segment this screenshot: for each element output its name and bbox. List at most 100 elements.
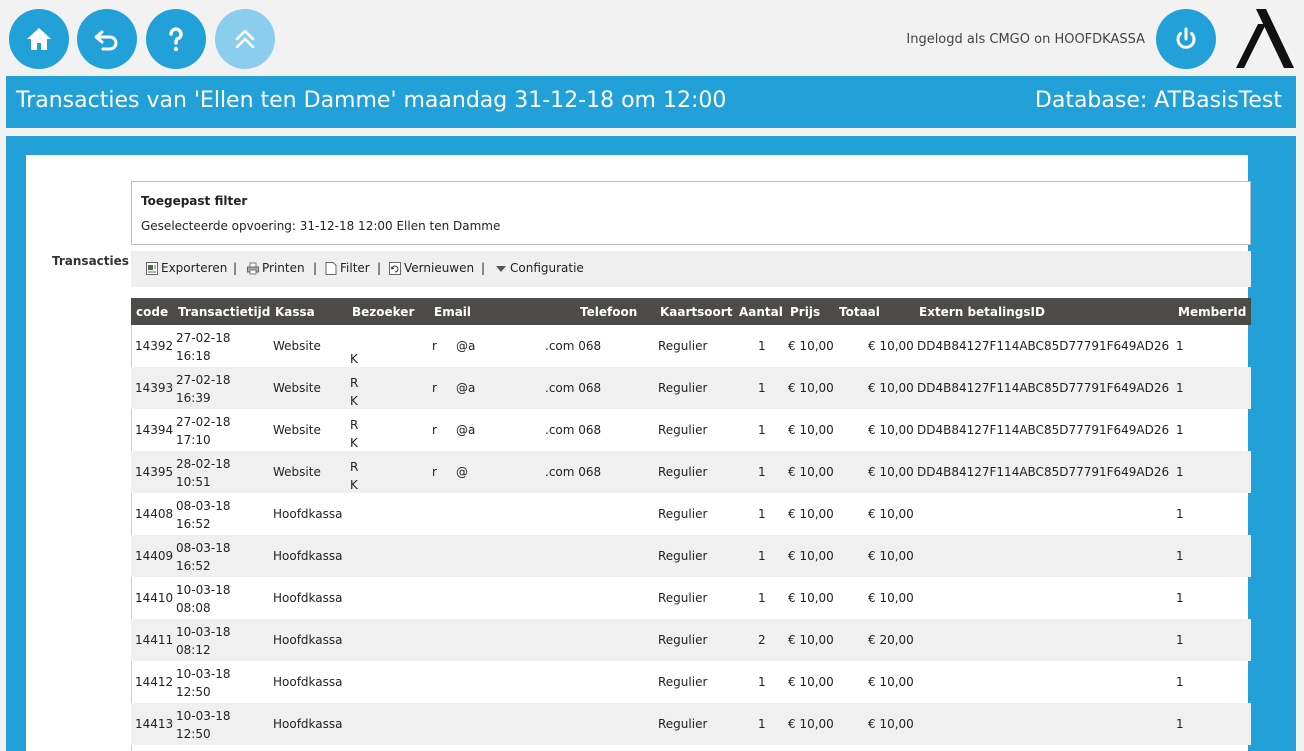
transaction-clock: 16:39: [176, 391, 211, 405]
cell-total: € 10,00: [868, 381, 914, 395]
table-row[interactable]: 14393 27-02-18 16:39 Website R Kr @a .com 068 Re…: [131, 367, 1251, 409]
cell-quantity: 1: [758, 465, 766, 479]
cell-transaction-time: 27-02-18 16:39: [176, 371, 230, 407]
top-bar: Ingelogd als CMGO on HOOFDKASSA: [0, 0, 1304, 76]
home-icon: [27, 28, 51, 50]
cell-total: € 10,00: [868, 549, 914, 563]
cell-member-id: 1: [1176, 507, 1184, 521]
cell-kassa: Hoofdkassa: [273, 633, 343, 647]
cell-email-domain: @a: [456, 381, 476, 395]
caret-down-icon: [496, 265, 506, 272]
table-row[interactable]: 14410 10-03-18 08:08 Hoofdkassa Regulier 1 € 1…: [131, 577, 1251, 619]
cell-email-domain: @a: [456, 339, 476, 353]
export-icon: [146, 261, 158, 275]
cell-code: 14395: [135, 465, 174, 479]
cell-quantity: 1: [758, 717, 766, 731]
transaction-date: 08-03-18: [176, 499, 231, 513]
cell-member-id: 1: [1176, 423, 1184, 437]
cell-kassa: Website: [273, 339, 321, 353]
table-row[interactable]: 14412 10-03-18 12:50 Hoofdkassa Regulier 1 € 1…: [131, 661, 1251, 703]
visitor-line: K: [350, 352, 358, 366]
cell-ticket-type: Regulier: [658, 591, 708, 605]
export-button[interactable]: Exporteren: [146, 261, 227, 275]
database-label: Database: ATBasisTest: [1034, 88, 1282, 113]
transaction-clock: 10:51: [176, 475, 211, 489]
cell-price: € 10,00: [788, 549, 834, 563]
cell-email: r: [432, 381, 437, 395]
visitor-line: R: [350, 460, 359, 474]
power-icon: [1176, 27, 1196, 49]
transaction-date: 10-03-18: [176, 625, 231, 639]
page-title: Transacties van 'Ellen ten Damme' maanda…: [16, 88, 727, 113]
column-header[interactable]: Transactietijd: [178, 305, 270, 319]
column-header[interactable]: Extern betalingsID: [919, 305, 1045, 319]
cell-ticket-type: Regulier: [658, 423, 708, 437]
toolbar-separator: |: [481, 261, 486, 275]
cell-total: € 10,00: [868, 675, 914, 689]
cell-transaction-time: 10-03-18 12:50: [176, 665, 230, 701]
cell-visitor: RK: [350, 416, 358, 452]
print-button[interactable]: Printen: [247, 261, 305, 275]
home-button[interactable]: [9, 9, 69, 69]
cell-member-id: 1: [1176, 381, 1184, 395]
logout-button[interactable]: [1156, 9, 1216, 69]
cell-ticket-type: Regulier: [658, 381, 708, 395]
column-header[interactable]: Kaartsoort: [660, 305, 732, 319]
table-row[interactable]: 14413 10-03-18 12:50 Hoofdkassa Regulier 1 € 1…: [131, 703, 1251, 745]
filter-button[interactable]: Filter: [325, 261, 370, 275]
column-header[interactable]: Kassa: [275, 305, 315, 319]
applied-filter-box: Toegepast filter Geselecteerde opvoering…: [131, 181, 1251, 245]
visitor-line: R: [350, 376, 359, 390]
column-header[interactable]: Telefoon: [580, 305, 637, 319]
configuration-label: Configuratie: [510, 261, 584, 275]
cell-external-payment-id: DD4B84127F114ABC85D77791F649AD26: [917, 339, 1170, 353]
refresh-button[interactable]: Vernieuwen: [389, 261, 474, 275]
cell-quantity: 1: [758, 381, 766, 395]
login-status: Ingelogd als CMGO on HOOFDKASSA: [906, 32, 1145, 47]
column-header[interactable]: Totaal: [839, 305, 880, 319]
column-header[interactable]: Prijs: [790, 305, 820, 319]
column-header[interactable]: Bezoeker: [352, 305, 414, 319]
cell-transaction-time: 27-02-18 16:18: [176, 329, 230, 365]
column-header[interactable]: code: [136, 305, 168, 319]
cell-phone: .com 068: [545, 339, 602, 353]
cell-total: € 10,00: [868, 423, 914, 437]
cell-price: € 10,00: [788, 423, 834, 437]
cell-total: € 10,00: [868, 717, 914, 731]
filter-title: Toegepast filter: [141, 194, 248, 208]
column-header[interactable]: MemberId: [1178, 305, 1246, 319]
visitor-line: K: [350, 436, 358, 450]
cell-quantity: 1: [758, 549, 766, 563]
refresh-icon: [389, 261, 401, 275]
cell-member-id: 1: [1176, 591, 1184, 605]
cell-email-domain: @a: [456, 423, 476, 437]
table-header: code Transactietijd Kassa Bezoeker Email…: [131, 298, 1251, 325]
cell-ticket-type: Regulier: [658, 675, 708, 689]
cell-visitor: RK: [350, 458, 358, 494]
cell-transaction-time: 08-03-18 16:52: [176, 539, 230, 575]
cell-kassa: Website: [273, 465, 321, 479]
cell-kassa: Website: [273, 423, 321, 437]
column-header[interactable]: Aantal: [739, 305, 783, 319]
cell-kassa: Website: [273, 381, 321, 395]
cell-quantity: 1: [758, 339, 766, 353]
cell-price: € 10,00: [788, 339, 834, 353]
table-row[interactable]: 14394 27-02-18 17:10 Website R Kr @a .com 068 Re…: [131, 409, 1251, 451]
transactions-table: code Transactietijd Kassa Bezoeker Email…: [131, 298, 1251, 745]
cell-quantity: 1: [758, 591, 766, 605]
cell-code: 14393: [135, 381, 174, 395]
table-row[interactable]: 14411 10-03-18 08:12 Hoofdkassa Regulier 2 € 1…: [131, 619, 1251, 661]
table-row[interactable]: 14408 08-03-18 16:52 Hoofdkassa Regulier 1 € 1…: [131, 493, 1251, 535]
cell-member-id: 1: [1176, 465, 1184, 479]
table-row[interactable]: 14409 08-03-18 16:52 Hoofdkassa Regulier 1 € 1…: [131, 535, 1251, 577]
scroll-top-button[interactable]: [215, 9, 275, 69]
cell-code: 14392: [135, 339, 174, 353]
visitor-line: K: [350, 394, 358, 408]
help-button[interactable]: [146, 9, 206, 69]
back-button[interactable]: [77, 9, 137, 69]
filter-description: Geselecteerde opvoering: 31-12-18 12:00 …: [141, 219, 501, 233]
configuration-dropdown[interactable]: Configuratie: [495, 261, 584, 275]
table-row[interactable]: 14392 27-02-18 16:18 Website Kr @a .com 068 Reg…: [131, 325, 1251, 367]
table-row[interactable]: 14395 28-02-18 10:51 Website R Kr @ .com 068 Reg…: [131, 451, 1251, 493]
column-header[interactable]: Email: [434, 305, 471, 319]
